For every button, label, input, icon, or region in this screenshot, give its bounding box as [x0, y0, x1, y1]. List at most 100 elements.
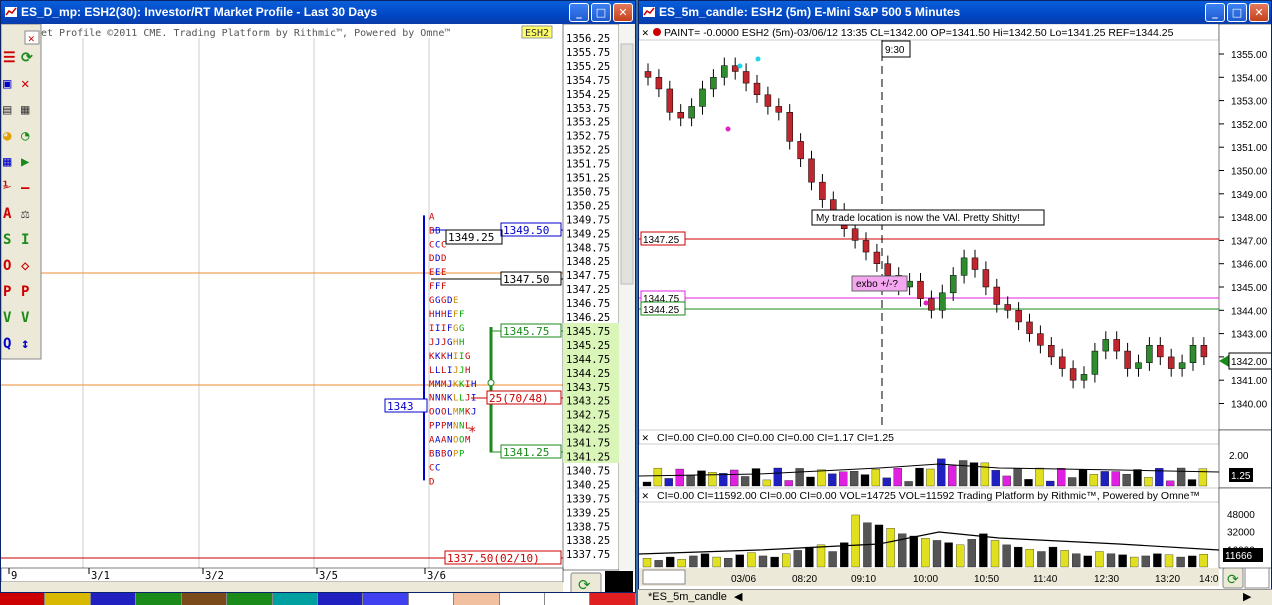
profile-tpo: J: [471, 408, 476, 418]
price-axis-label: 1352.25: [566, 145, 610, 157]
q-icon[interactable]: Q: [3, 336, 11, 352]
pocv-icon[interactable]: P: [21, 284, 29, 300]
signal-dot: [923, 300, 929, 306]
close-button[interactable]: ✕: [1249, 3, 1269, 22]
candle-body: [1069, 368, 1077, 381]
ci-bar: [1078, 469, 1088, 487]
candle-body: [1146, 345, 1153, 363]
price-axis-label: 1341.00: [1231, 376, 1268, 387]
palette-swatch[interactable]: [454, 593, 500, 605]
last-price-label: 1342.00: [1231, 357, 1268, 368]
palette-swatch[interactable]: [590, 593, 636, 605]
palette-swatch[interactable]: [317, 593, 364, 605]
price-axis-label: 1340.00: [1231, 400, 1268, 411]
profile-tpo: N: [453, 422, 458, 432]
right-title-bar[interactable]: ES_5m_candle: ESH2 (5m) E-Mini S&P 500 5…: [639, 1, 1271, 24]
left-title-bar[interactable]: ES_D_mp: ESH2(30): Investor/RT Market Pr…: [1, 1, 635, 24]
profile-tpo: G: [447, 338, 452, 348]
profile-tpo: P: [459, 450, 465, 460]
profile-tpo: C: [429, 463, 434, 473]
price-axis-label: 1355.25: [566, 61, 610, 73]
pie-icon[interactable]: ◕: [3, 128, 12, 144]
ci-bar: [860, 474, 870, 487]
palette-swatch[interactable]: [45, 593, 91, 605]
arrows-icon[interactable]: ↕: [21, 336, 29, 352]
candle-body: [884, 263, 892, 276]
scroll-left-button[interactable]: ◀: [734, 590, 742, 603]
diamond-icon[interactable]: ◇: [21, 258, 30, 274]
volume-bar: [990, 540, 1000, 568]
doc-icon[interactable]: ▦: [21, 102, 30, 118]
va-icon[interactable]: V: [3, 310, 12, 326]
chart-tab[interactable]: *ES_5m_candle: [648, 591, 727, 603]
palette-swatch[interactable]: [181, 593, 228, 605]
calc-icon[interactable]: ▤: [3, 102, 12, 118]
scale-icon[interactable]: ⚖: [21, 206, 30, 222]
refresh-icon[interactable]: ⟳: [578, 576, 591, 593]
line-icon[interactable]: —: [21, 180, 30, 196]
palette-swatch[interactable]: [499, 593, 546, 605]
maximize-button[interactable]: □: [591, 3, 611, 22]
palette-swatch[interactable]: [0, 593, 46, 605]
ci-bar: [642, 481, 652, 487]
price-axis-label: 1344.75: [566, 354, 610, 366]
trade-annotation: My trade location is now the VAl. Pretty…: [816, 213, 1020, 224]
palette-swatch[interactable]: [408, 593, 455, 605]
pie-green-icon[interactable]: ◔: [21, 128, 30, 144]
minimize-button[interactable]: _: [569, 3, 589, 22]
close-button[interactable]: ✕: [613, 3, 633, 22]
poc-icon[interactable]: P: [3, 284, 11, 300]
ci-bar: [915, 467, 924, 487]
level-label: 1337.50(02/10): [447, 552, 540, 565]
profile-tpo: E: [429, 268, 434, 278]
ib-icon[interactable]: I: [21, 232, 29, 248]
maximize-button[interactable]: □: [1227, 3, 1247, 22]
ci-pane-close-icon[interactable]: ✕: [642, 431, 649, 444]
volume-bar: [1095, 551, 1104, 568]
profile-tpo: I: [441, 324, 446, 334]
palette-swatch[interactable]: [272, 593, 318, 605]
palette-swatch[interactable]: [545, 593, 591, 605]
price-axis-label: 1349.75: [566, 214, 610, 226]
candle-body: [960, 257, 968, 276]
color-palette-bar[interactable]: [0, 593, 636, 605]
xyz-icon[interactable]: ✕: [21, 76, 29, 92]
vs-icon[interactable]: ⅟: [3, 180, 11, 196]
candle-chart: ✕ PAINT= -0.0000 ESH2 (5m)-03/06/12 13:3…: [639, 24, 1271, 590]
candle-body: [721, 65, 728, 78]
list-icon[interactable]: ☰: [3, 50, 16, 66]
candle-body: [731, 65, 739, 72]
sp-icon[interactable]: S: [3, 232, 11, 248]
ci-bar: [1100, 471, 1109, 487]
ci-bar: [893, 468, 902, 487]
scroll-right-button[interactable]: ▶: [1243, 590, 1251, 603]
palette-swatch[interactable]: [90, 593, 137, 605]
refresh-icon[interactable]: ⟳: [21, 50, 33, 66]
ci-bar: [958, 460, 968, 487]
vavo-icon[interactable]: V: [21, 310, 30, 326]
price-axis-label: 1348.75: [566, 242, 610, 254]
ci-bar: [1002, 475, 1011, 487]
ci-bar: [937, 458, 946, 487]
ci-bar: [948, 465, 957, 487]
pane-close-icon[interactable]: ✕: [642, 26, 649, 39]
minimize-button[interactable]: _: [1205, 3, 1225, 22]
cbm-icon[interactable]: ▣: [3, 76, 12, 92]
palette-swatch[interactable]: [363, 593, 409, 605]
palette-swatch[interactable]: [227, 593, 273, 605]
grid-icon[interactable]: ▦: [3, 154, 12, 170]
font-icon[interactable]: A: [3, 206, 12, 222]
refresh-icon[interactable]: ⟳: [1227, 572, 1239, 588]
profile-tpo: J: [447, 380, 452, 390]
vol-axis-label: 32000: [1227, 528, 1255, 539]
palette-swatch[interactable]: [136, 593, 182, 605]
play-icon[interactable]: ▶: [21, 154, 30, 170]
price-axis-label: 1342.75: [566, 410, 610, 422]
or-icon[interactable]: O: [3, 258, 11, 274]
price-axis-label: 1353.00: [1231, 97, 1268, 108]
toolbar-close-icon[interactable]: ✕: [28, 32, 35, 45]
vol-pane-close-icon[interactable]: ✕: [642, 489, 649, 502]
vol-legend: CI=0.00 CI=11592.00 CI=0.00 CI=0.00 VOL=…: [657, 490, 1200, 502]
price-axis-label: 1338.75: [566, 521, 610, 533]
price-axis-label: 1350.00: [1231, 167, 1268, 178]
